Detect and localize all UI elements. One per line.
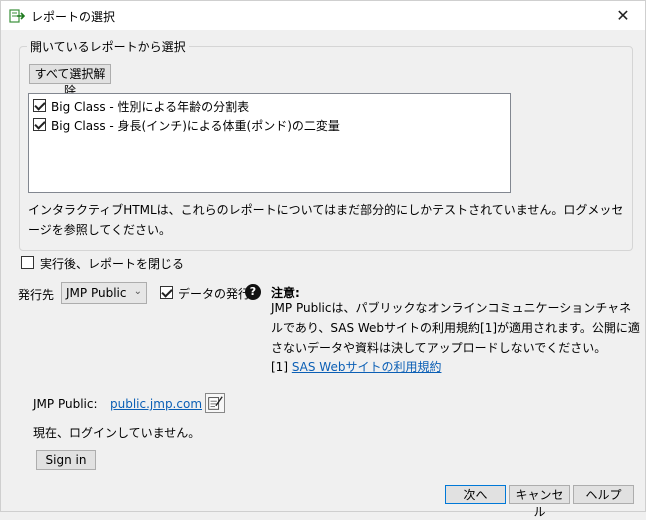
jmp-public-link[interactable]: public.jmp.com <box>110 397 202 411</box>
report-list: Big Class - 性別による年齢の分割表 Big Class - 身長(イ… <box>28 93 511 193</box>
login-status: 現在、ログインしていません。 <box>33 426 201 440</box>
edit-note-icon[interactable] <box>205 393 225 413</box>
close-button[interactable]: ✕ <box>601 1 645 31</box>
notice-footnote: [1] SAS Webサイトの利用規約 <box>271 358 441 375</box>
close-icon: ✕ <box>616 6 630 25</box>
report-publish-icon <box>9 9 25 23</box>
publish-data-label: データの発行 <box>178 287 251 301</box>
group-title: 開いているレポートから選択 <box>27 38 189 55</box>
next-button[interactable]: 次へ <box>445 485 506 504</box>
report-checkbox[interactable] <box>33 118 46 131</box>
close-after-run-checkbox[interactable] <box>21 256 34 269</box>
terms-link[interactable]: SAS Webサイトの利用規約 <box>292 360 442 374</box>
title-bar: レポートの選択 ✕ <box>0 0 646 30</box>
destination-select[interactable]: JMP Public ⌄ <box>61 282 147 304</box>
report-label: Big Class - 身長(インチ)による体重(ポンド)の二変量 <box>51 119 340 133</box>
report-label: Big Class - 性別による年齢の分割表 <box>51 100 250 114</box>
deselect-all-button[interactable]: すべて選択解除 <box>29 64 111 98</box>
publish-data-checkbox[interactable] <box>160 286 173 299</box>
account-label: JMP Public: <box>33 397 98 411</box>
destination-label: 発行先 <box>18 288 55 302</box>
info-text: インタラクティブHTMLは、これらのレポートについてはまだ部分的にしかテストされ… <box>28 203 624 237</box>
chevron-down-icon: ⌄ <box>133 286 142 297</box>
cancel-button[interactable]: キャンセル <box>509 485 570 519</box>
close-after-run-label: 実行後、レポートを閉じる <box>40 257 185 271</box>
window-title: レポートの選択 <box>31 10 116 24</box>
sign-in-button[interactable]: Sign in <box>36 450 96 470</box>
destination-value: JMP Public <box>66 286 127 300</box>
report-checkbox[interactable] <box>33 99 46 112</box>
footnote-prefix: [1] <box>271 360 292 374</box>
notice-body: JMP Publicは、パブリックなオンラインコミュニケーションチャネルであり、… <box>271 301 640 355</box>
question-circle-icon[interactable]: ? <box>245 284 261 300</box>
help-button[interactable]: ヘルプ <box>573 485 634 504</box>
